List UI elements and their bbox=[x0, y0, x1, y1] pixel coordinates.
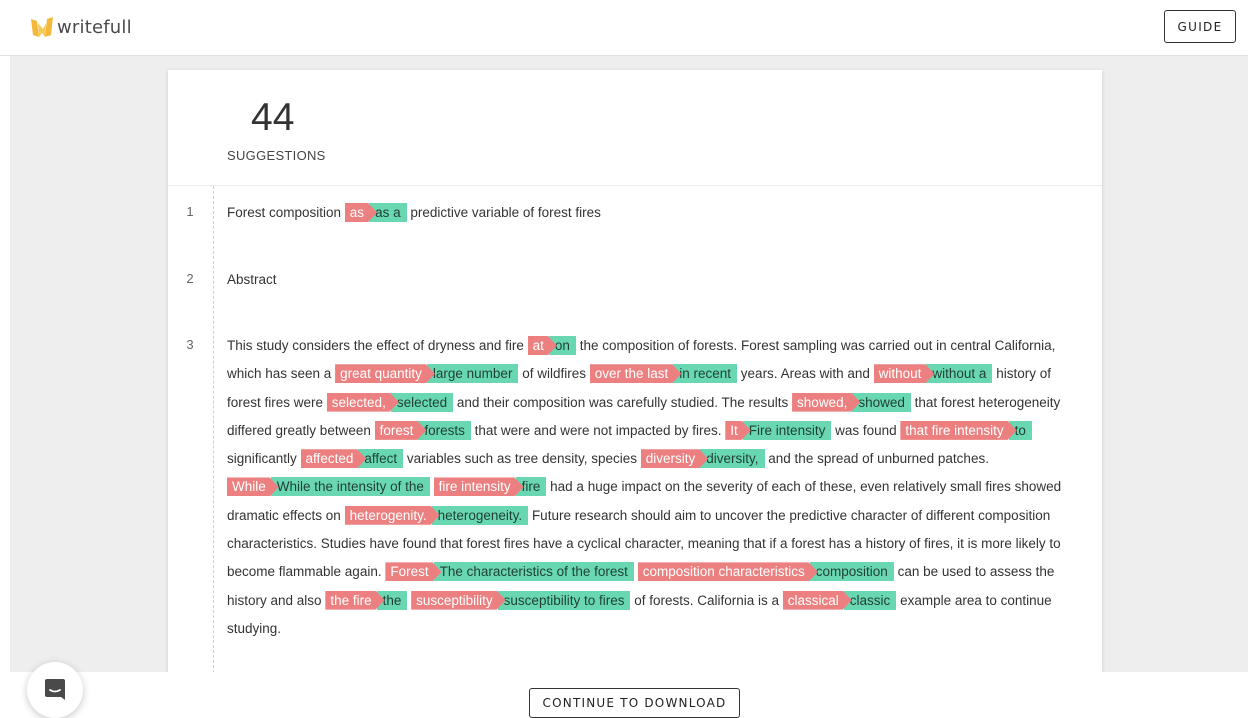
suggestion[interactable]: without without a bbox=[874, 364, 993, 384]
suggestion-insertion[interactable]: heterogeneity. bbox=[431, 505, 529, 525]
continue-to-download-button[interactable]: CONTINUE TO DOWNLOAD bbox=[529, 688, 740, 718]
document-card: 44 SUGGESTIONS 1 Forest composition as as… bbox=[168, 70, 1102, 673]
suggestion-insertion[interactable]: Fire intensity bbox=[742, 420, 832, 440]
chat-icon bbox=[45, 679, 65, 700]
writefull-logo-icon bbox=[31, 17, 53, 37]
paragraph-title: Forest composition as as a predictive var… bbox=[227, 199, 1062, 227]
paragraph-text: was found bbox=[831, 422, 901, 438]
suggestion-deletion[interactable]: composition characteristics bbox=[638, 562, 818, 581]
suggestion[interactable]: that fire intensity to bbox=[900, 420, 1032, 440]
paragraph-abstract: This study considers the effect of dryne… bbox=[227, 332, 1062, 643]
line-number: 3 bbox=[186, 337, 194, 352]
paragraph-text: of wildfires bbox=[518, 366, 590, 382]
suggestion[interactable]: forest forests bbox=[375, 420, 471, 440]
suggestion-insertion[interactable]: large number bbox=[426, 364, 519, 384]
suggestion-deletion[interactable]: selected, bbox=[327, 393, 399, 412]
paragraph-text: and the spread of unburned patches. bbox=[764, 451, 989, 467]
suggestion-insertion[interactable]: While the intensity of the bbox=[270, 477, 430, 497]
suggestion[interactable]: over the last in recent bbox=[590, 364, 738, 384]
suggestion-deletion[interactable]: that fire intensity bbox=[900, 421, 1016, 440]
line-number: 1 bbox=[186, 204, 194, 219]
suggestion-deletion[interactable]: over the last bbox=[590, 364, 682, 383]
suggestion-deletion[interactable]: diversity bbox=[641, 449, 709, 468]
suggestion-deletion[interactable]: While bbox=[227, 477, 279, 496]
suggestion[interactable]: great quantity large number bbox=[335, 364, 519, 384]
suggestion[interactable]: the fire the bbox=[325, 590, 408, 610]
suggestion-deletion[interactable]: showed, bbox=[792, 393, 860, 412]
suggestion-insertion[interactable]: composition bbox=[809, 562, 894, 582]
suggestion[interactable]: diversity diversity, bbox=[641, 449, 765, 469]
suggestion-deletion[interactable]: without bbox=[874, 364, 935, 383]
paragraph-text: of forests. California is a bbox=[630, 592, 783, 608]
suggestion[interactable]: fire intensity fire bbox=[434, 477, 547, 497]
top-bar: writefull GUIDE bbox=[0, 0, 1248, 56]
paragraph-text: variables such as tree density, species bbox=[403, 451, 641, 467]
suggestion-count-label: SUGGESTIONS bbox=[227, 148, 326, 163]
suggestion-insertion[interactable]: The characteristics of the forest bbox=[433, 562, 634, 582]
paragraph-text: years. Areas with and bbox=[737, 366, 874, 382]
suggestion[interactable]: Forest The characteristics of the forest bbox=[385, 562, 634, 582]
suggestion[interactable]: heterogenity. heterogeneity. bbox=[345, 505, 529, 525]
paragraph-text: This study considers the effect of dryne… bbox=[227, 338, 528, 353]
suggestion-deletion[interactable]: forest bbox=[375, 421, 427, 440]
suggestion-deletion[interactable]: classical bbox=[783, 591, 852, 610]
brand-name: writefull bbox=[57, 16, 132, 38]
suggestion-insertion[interactable]: diversity, bbox=[700, 449, 765, 469]
suggestion-deletion[interactable]: fire intensity bbox=[434, 477, 524, 496]
line-number: 2 bbox=[186, 271, 194, 286]
suggestion-insertion[interactable]: forests bbox=[418, 420, 471, 440]
paragraph-text: significantly bbox=[227, 451, 301, 467]
suggestion-insertion[interactable]: susceptibility to fires bbox=[497, 590, 631, 610]
suggestion-deletion[interactable]: heterogenity. bbox=[345, 506, 440, 525]
paragraph-heading: Abstract bbox=[227, 266, 1062, 294]
suggestion-insertion[interactable]: without a bbox=[926, 364, 993, 384]
suggestion[interactable]: affected affect bbox=[301, 449, 404, 469]
suggestion-deletion[interactable]: great quantity bbox=[335, 364, 435, 383]
paragraph-text: predictive variable of forest fires bbox=[406, 205, 601, 220]
suggestion[interactable]: at on bbox=[528, 336, 576, 355]
suggestion[interactable]: While While the intensity of the bbox=[227, 477, 430, 497]
suggestion-insertion[interactable]: showed bbox=[852, 392, 911, 412]
suggestion-deletion[interactable]: the fire bbox=[325, 591, 384, 610]
guide-button[interactable]: GUIDE bbox=[1164, 10, 1236, 43]
writefull-logo[interactable]: writefull bbox=[30, 15, 132, 39]
paragraph-text: Forest composition bbox=[227, 205, 345, 220]
suggestion[interactable]: It Fire intensity bbox=[725, 420, 832, 440]
line-gutter bbox=[213, 186, 214, 673]
suggestion[interactable]: selected, selected bbox=[327, 392, 454, 412]
suggestion-insertion[interactable]: in recent bbox=[673, 364, 738, 384]
suggestion-insertion[interactable]: selected bbox=[390, 392, 454, 412]
suggestion-deletion[interactable]: Forest bbox=[385, 562, 441, 581]
suggestion[interactable]: as as a bbox=[345, 203, 407, 222]
suggestion-deletion[interactable]: affected bbox=[301, 449, 367, 468]
paragraph-text: and their composition was carefully stud… bbox=[453, 394, 793, 410]
suggestion[interactable]: classical classic bbox=[783, 590, 897, 610]
suggestion[interactable]: susceptibility susceptibility to fires bbox=[411, 590, 631, 610]
suggestion[interactable]: showed, showed bbox=[792, 392, 911, 412]
suggestion-deletion[interactable]: susceptibility bbox=[411, 591, 506, 610]
suggestion[interactable]: composition characteristics composition bbox=[638, 562, 894, 582]
suggestion-count: 44 bbox=[251, 96, 295, 139]
paragraph-text: that were and were not impacted by fires… bbox=[470, 422, 726, 438]
card-divider bbox=[168, 185, 1102, 186]
paragraph-text: Abstract bbox=[227, 272, 277, 287]
chat-launcher-button[interactable] bbox=[27, 662, 83, 718]
